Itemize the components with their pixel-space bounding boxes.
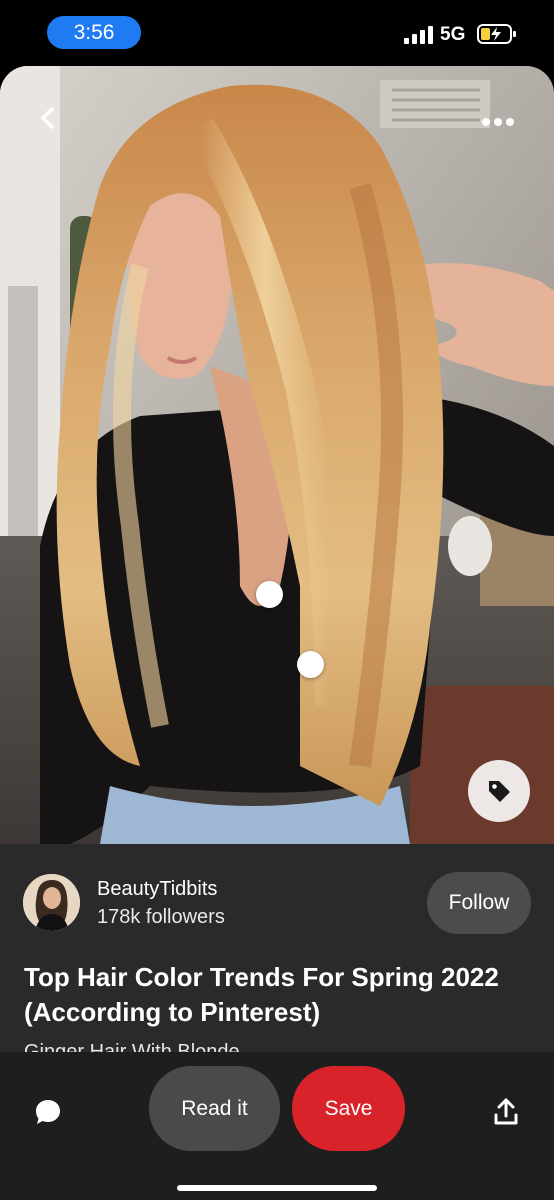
- creator-name[interactable]: BeautyTidbits: [97, 878, 217, 901]
- chevron-left-icon: [41, 107, 54, 129]
- status-time[interactable]: 3:56: [47, 16, 141, 49]
- follow-button[interactable]: Follow: [427, 872, 531, 934]
- pin-photo: [0, 66, 554, 844]
- avatar[interactable]: [23, 874, 80, 931]
- share-button[interactable]: [486, 1092, 526, 1132]
- pin-title: Top Hair Color Trends For Spring 2022 (A…: [24, 962, 499, 1027]
- home-indicator[interactable]: [177, 1185, 377, 1191]
- more-options-button[interactable]: [474, 108, 522, 136]
- cellular-signal-icon: [404, 26, 433, 44]
- comment-icon: [36, 1100, 60, 1124]
- action-bar: Read it Save: [0, 1052, 554, 1200]
- network-type: 5G: [440, 24, 466, 45]
- more-horizontal-icon: [482, 118, 514, 126]
- creator-avatar-image: [23, 874, 80, 931]
- product-hotspot[interactable]: [297, 651, 324, 678]
- pin-image[interactable]: [0, 66, 554, 844]
- read-it-button[interactable]: Read it: [149, 1066, 280, 1151]
- back-button[interactable]: [28, 98, 68, 138]
- save-button[interactable]: Save: [292, 1066, 405, 1151]
- product-hotspot[interactable]: [256, 581, 283, 608]
- status-bar: 3:56 5G: [0, 0, 554, 66]
- battery-charging-icon: [477, 24, 516, 44]
- creator-follower-count: 178k followers: [97, 906, 225, 928]
- shop-tag-button[interactable]: [468, 760, 530, 822]
- share-icon: [494, 1098, 518, 1125]
- comment-button[interactable]: [28, 1092, 68, 1132]
- tag-icon: [489, 781, 510, 802]
